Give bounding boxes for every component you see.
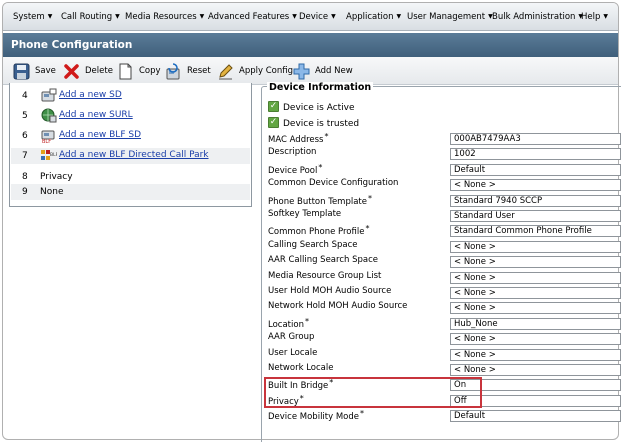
menu-bulk-administration[interactable]: Bulk Administration ▼ xyxy=(492,12,583,22)
list-item: 4 Add a new SD xyxy=(22,88,122,103)
toolbar: Save Delete Copy Reset Apply Config Add … xyxy=(3,57,618,85)
chevron-down-icon: ▼ xyxy=(47,13,53,20)
required-marker: * xyxy=(360,409,365,418)
user-hold-moh-audio-source-label: User Hold MOH Audio Source xyxy=(268,286,392,296)
chevron-down-icon: ▼ xyxy=(199,13,205,20)
privacy-item: Privacy xyxy=(40,172,73,182)
chevron-down-icon: ▼ xyxy=(396,13,402,20)
media-resource-group-list-field[interactable]: < None > xyxy=(450,272,621,284)
svg-text:BLF: BLF xyxy=(50,152,57,158)
list-item: 6 BLF Add a new BLF SD xyxy=(22,128,141,145)
device-is-active-checkbox[interactable]: ✓ xyxy=(268,101,279,112)
chevron-down-icon: ▼ xyxy=(603,13,609,20)
copy-button[interactable]: Copy xyxy=(117,62,161,80)
list-item: 8 Privacy xyxy=(22,172,73,182)
speed-dial-icon xyxy=(41,88,57,103)
common-phone-profile-label: Common Phone Profile* xyxy=(268,224,370,237)
network-locale-field[interactable]: < None > xyxy=(450,364,621,376)
aar-group-label: AAR Group xyxy=(268,332,315,342)
softkey-template-field[interactable]: Standard User xyxy=(450,210,621,222)
required-marker: * xyxy=(304,317,309,326)
save-button[interactable]: Save xyxy=(13,62,56,80)
description-field[interactable]: 1002 xyxy=(450,148,621,160)
menu-application[interactable]: Application ▼ xyxy=(346,12,401,22)
main-menu-bar: System ▼ Call Routing ▼ Media Resources ▼ A… xyxy=(3,3,618,31)
user-locale-field[interactable]: < None > xyxy=(450,349,621,361)
menu-help[interactable]: Help ▼ xyxy=(581,12,608,22)
add-new-button[interactable]: Add New xyxy=(293,62,353,80)
apply-config-button[interactable]: Apply Config xyxy=(217,62,293,80)
add-new-blf-sd-link[interactable]: Add a new BLF SD xyxy=(59,130,141,140)
mac-address-field[interactable]: 000AB7479AA3 xyxy=(450,133,621,145)
association-list-panel: 4 Add a new SD 5 Add a new SURL 6 BLF Ad… xyxy=(9,83,252,207)
menu-call-routing[interactable]: Call Routing ▼ xyxy=(61,12,120,22)
location-label: Location* xyxy=(268,317,309,330)
device-mobility-mode-label: Device Mobility Mode* xyxy=(268,409,365,422)
phone-button-template-field[interactable]: Standard 7940 SCCP xyxy=(450,195,621,207)
blf-speed-dial-icon: BLF xyxy=(41,128,57,145)
menu-advanced-features[interactable]: Advanced Features ▼ xyxy=(208,12,297,22)
add-new-surl-link[interactable]: Add a new SURL xyxy=(59,110,133,120)
location-field[interactable]: Hub_None xyxy=(450,318,621,330)
required-marker: * xyxy=(368,194,372,203)
menu-system[interactable]: System ▼ xyxy=(13,12,52,22)
none-item: None xyxy=(40,187,64,197)
required-marker: * xyxy=(324,132,329,141)
pencil-icon xyxy=(217,63,234,80)
device-pool-field[interactable]: Default xyxy=(450,164,621,176)
list-item: 9 None xyxy=(11,184,250,200)
common-device-configuration-field[interactable]: < None > xyxy=(450,179,621,191)
media-resource-group-list-label: Media Resource Group List xyxy=(268,271,382,281)
list-item: 5 Add a new SURL xyxy=(22,108,133,123)
description-label: Description xyxy=(268,147,317,157)
phone-button-template-label: Phone Button Template* xyxy=(268,194,372,207)
device-mobility-mode-field[interactable]: Default xyxy=(450,410,621,422)
add-new-sd-link[interactable]: Add a new SD xyxy=(59,90,122,100)
chevron-down-icon: ▼ xyxy=(292,13,297,20)
blf-directed-call-park-icon: BLF xyxy=(41,148,59,163)
list-item: 7 BLF Add a new BLF Directed Call Park xyxy=(11,148,250,164)
aar-calling-search-space-label: AAR Calling Search Space xyxy=(268,255,378,265)
common-device-configuration-label: Common Device Configuration xyxy=(268,178,399,188)
common-phone-profile-field[interactable]: Standard Common Phone Profile xyxy=(450,225,621,237)
aar-calling-search-space-field[interactable]: < None > xyxy=(450,256,621,268)
network-hold-moh-audio-source-label: Network Hold MOH Audio Source xyxy=(268,301,408,311)
calling-search-space-field[interactable]: < None > xyxy=(450,241,621,253)
calling-search-space-label: Calling Search Space xyxy=(268,240,358,250)
save-icon xyxy=(13,63,30,80)
reset-phone-icon xyxy=(165,62,182,80)
delete-icon xyxy=(63,63,80,80)
menu-media-resources[interactable]: Media Resources ▼ xyxy=(125,12,204,22)
surl-globe-icon xyxy=(41,108,57,123)
user-hold-moh-audio-source-field[interactable]: < None > xyxy=(450,287,621,299)
menu-device[interactable]: Device ▼ xyxy=(299,12,336,22)
device-is-trusted-checkbox[interactable]: ✓ xyxy=(268,117,279,128)
add-new-blf-directed-call-park-link[interactable]: Add a new BLF Directed Call Park xyxy=(59,150,209,160)
copy-icon xyxy=(117,63,134,80)
svg-text:BLF: BLF xyxy=(42,139,51,143)
user-locale-label: User Locale xyxy=(268,348,318,358)
page-title: Phone Configuration xyxy=(3,33,618,57)
chevron-down-icon: ▼ xyxy=(331,13,336,20)
network-locale-label: Network Locale xyxy=(268,363,334,373)
mac-address-label: MAC Address* xyxy=(268,132,329,145)
network-hold-moh-audio-source-field[interactable]: < None > xyxy=(450,302,621,314)
softkey-template-label: Softkey Template xyxy=(268,209,342,219)
device-pool-label: Device Pool* xyxy=(268,163,323,176)
delete-button[interactable]: Delete xyxy=(63,62,113,80)
highlight-box xyxy=(264,377,482,408)
menu-user-management[interactable]: User Management ▼ xyxy=(407,12,493,22)
required-marker: * xyxy=(365,224,370,233)
checkbox-label: Device is trusted xyxy=(283,119,360,129)
chevron-down-icon: ▼ xyxy=(115,13,120,20)
plus-icon xyxy=(293,63,310,80)
section-legend: Device Information xyxy=(267,82,374,93)
required-marker: * xyxy=(318,163,323,172)
reset-button[interactable]: Reset xyxy=(165,62,211,80)
checkbox-label: Device is Active xyxy=(283,103,355,113)
aar-group-field[interactable]: < None > xyxy=(450,333,621,345)
